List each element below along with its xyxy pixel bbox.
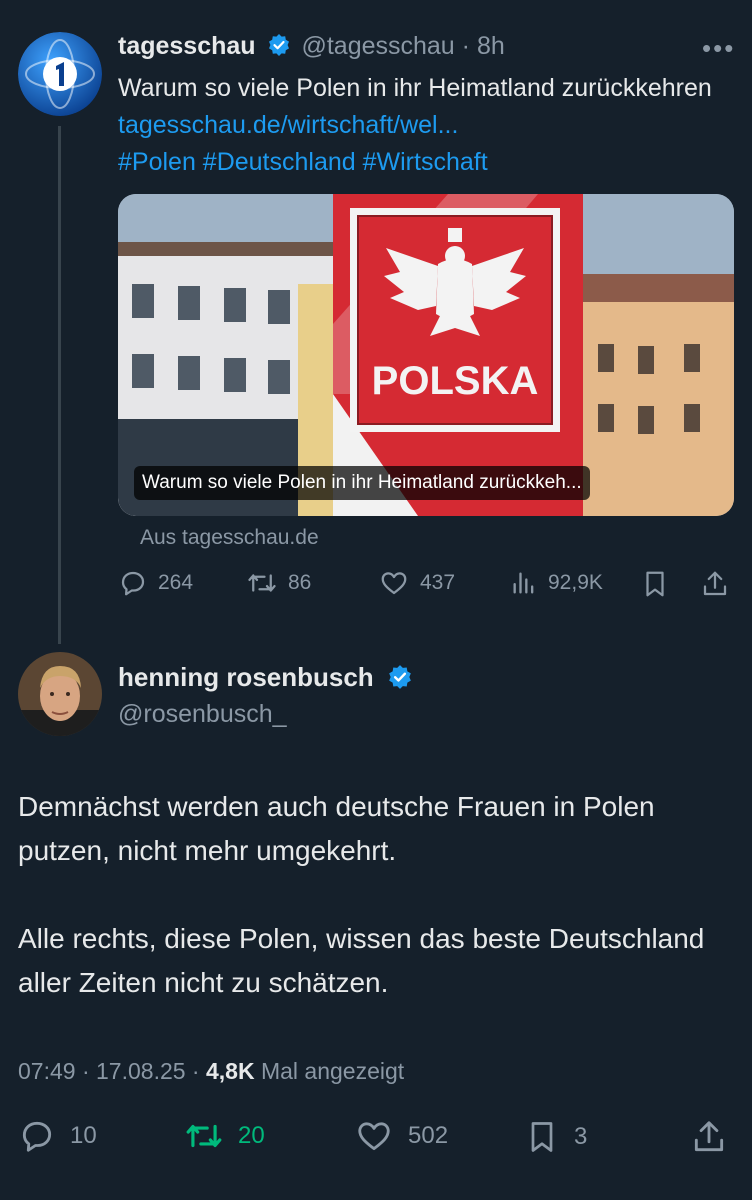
like-button[interactable]: 502	[354, 1117, 448, 1155]
bookmark-count: 3	[574, 1123, 588, 1150]
sign-text: POLSKA	[372, 359, 539, 403]
card-source[interactable]: Aus tagesschau.de	[140, 526, 319, 550]
reply-icon	[22, 1121, 52, 1152]
author-handle[interactable]: @rosenbusch_	[118, 698, 287, 730]
bookmark-button[interactable]: 3	[524, 1117, 587, 1157]
like-count: 437	[420, 571, 456, 594]
like-button[interactable]: 437	[378, 568, 455, 598]
author-display-name[interactable]: henning rosenbusch	[118, 662, 374, 692]
like-count: 502	[408, 1122, 449, 1149]
parent-tweet-text: Warum so viele Polen in ihr Heimatland z…	[118, 70, 728, 181]
heart-icon	[381, 572, 407, 595]
parent-link[interactable]: tagesschau.de/wirtschaft/wel...	[118, 111, 458, 139]
parent-display-name[interactable]: tagesschau	[118, 32, 256, 60]
tweet-body: Demnächst werden auch deutsche Frauen in…	[18, 785, 732, 1049]
parent-time[interactable]: 8h	[477, 32, 505, 60]
more-options-icon[interactable]: •••	[702, 35, 735, 61]
thread-line	[58, 126, 61, 644]
verified-icon	[268, 34, 289, 57]
heart-icon	[358, 1122, 390, 1151]
repost-icon	[248, 574, 276, 592]
parent-text: Warum so viele Polen in ihr Heimatland z…	[118, 74, 712, 102]
share-icon	[703, 571, 727, 596]
parent-hashtags[interactable]: #Polen #Deutschland #Wirtschaft	[118, 148, 488, 176]
user-avatar[interactable]	[18, 652, 102, 736]
share-icon	[694, 1121, 724, 1152]
verified-icon	[389, 665, 411, 690]
repost-count: 86	[288, 571, 312, 594]
views-button[interactable]: 92,9K	[510, 568, 603, 598]
tweet-views[interactable]: 4,8K	[206, 1058, 255, 1084]
bookmark-icon	[646, 571, 664, 597]
repost-button[interactable]: 86	[246, 568, 311, 598]
tweet-time[interactable]: 07:49	[18, 1058, 76, 1084]
author-name-row: henning rosenbusch	[118, 660, 413, 694]
tagesschau-avatar[interactable]	[18, 32, 102, 116]
link-card[interactable]: POLSKA Warum so viele Polen in ihr Heima…	[118, 194, 734, 516]
bookmark-icon	[531, 1122, 553, 1152]
share-button[interactable]	[700, 568, 730, 600]
share-button[interactable]	[690, 1117, 728, 1157]
reply-button[interactable]: 10	[18, 1117, 97, 1155]
repost-button[interactable]: 20	[184, 1117, 265, 1155]
parent-handle[interactable]: @tagesschau	[301, 32, 454, 60]
tweet-paragraph-1: Demnächst werden auch deutsche Frauen in…	[18, 791, 655, 866]
reply-icon	[121, 571, 145, 596]
tweet-meta: 07:49 · 17.08.25 · 4,8K Mal angezeigt	[18, 1058, 405, 1084]
reply-count: 264	[158, 571, 194, 594]
tweet-paragraph-2: Alle rechts, diese Polen, wissen das bes…	[18, 923, 705, 998]
views-icon	[513, 572, 534, 594]
bookmark-button[interactable]	[640, 568, 670, 600]
reply-count: 10	[70, 1122, 97, 1149]
repost-count: 20	[238, 1122, 265, 1149]
parent-tweet-header: tagesschau @tagesschau · 8h	[118, 32, 505, 60]
views-count: 92,9K	[548, 571, 603, 594]
repost-icon	[186, 1124, 222, 1148]
tweet-views-label: Mal angezeigt	[260, 1058, 405, 1084]
reply-button[interactable]: 264	[118, 568, 193, 598]
card-caption: Warum so viele Polen in ihr Heimatland z…	[134, 466, 590, 500]
tweet-date[interactable]: 17.08.25	[96, 1058, 186, 1084]
